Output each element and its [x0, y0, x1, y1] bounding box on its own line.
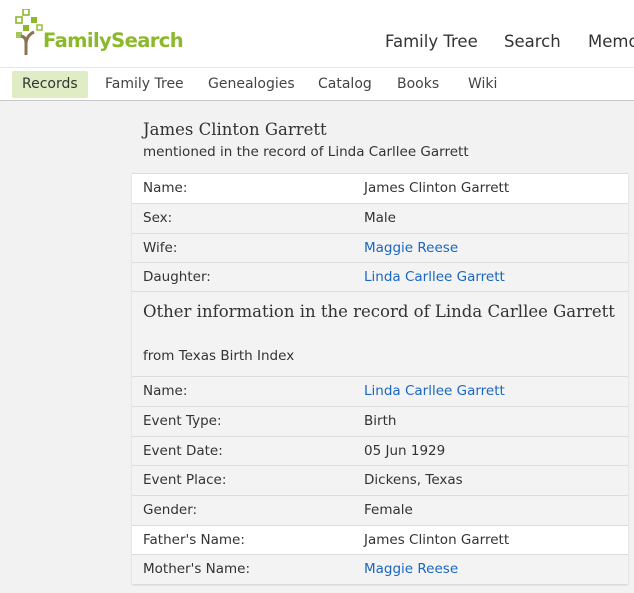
detail-value: Male	[364, 210, 396, 226]
record-detail-row: Event Type: Birth	[132, 406, 628, 436]
person-detail-row: Sex: Male	[132, 203, 628, 233]
record-detail-row: Mother's Name: Maggie Reese	[132, 554, 628, 584]
detail-value: James Clinton Garrett	[364, 180, 510, 196]
detail-value: Female	[364, 502, 413, 518]
record-detail-row: Gender: Female	[132, 495, 628, 525]
detail-label: Mother's Name:	[143, 561, 251, 577]
search-sub-navigation: Records Family Tree Genealogies Catalog …	[0, 67, 634, 101]
person-name-heading: James Clinton Garrett	[143, 120, 327, 139]
top-navigation: Family Tree Search Memo	[0, 32, 634, 54]
topnav-family-tree[interactable]: Family Tree	[385, 32, 478, 51]
detail-label: Daughter:	[143, 269, 211, 285]
record-detail-row: Event Place: Dickens, Texas	[132, 465, 628, 495]
record-detail-row: Father's Name: James Clinton Garrett	[132, 525, 628, 555]
detail-label: Name:	[143, 180, 188, 196]
detail-label: Event Type:	[143, 413, 222, 429]
subnav-genealogies[interactable]: Genealogies	[198, 71, 305, 98]
detail-label: Event Place:	[143, 472, 227, 488]
detail-label: Event Date:	[143, 443, 223, 459]
record-person-link[interactable]: Linda Carllee Garrett	[364, 383, 505, 399]
detail-value: 05 Jun 1929	[364, 443, 446, 459]
detail-label: Gender:	[143, 502, 198, 518]
topnav-memories[interactable]: Memo	[588, 32, 634, 51]
person-detail-row: Daughter: Linda Carllee Garrett	[132, 262, 628, 292]
site-header: FamilySearch Family Tree Search Memo	[0, 0, 634, 67]
record-detail-row: Name: Linda Carllee Garrett	[132, 376, 628, 406]
detail-value: Dickens, Texas	[364, 472, 463, 488]
detail-label: Sex:	[143, 210, 173, 226]
person-detail-row: Name: James Clinton Garrett	[132, 173, 628, 203]
mother-link[interactable]: Maggie Reese	[364, 561, 458, 577]
detail-label: Wife:	[143, 240, 178, 256]
subnav-catalog[interactable]: Catalog	[308, 71, 382, 98]
topnav-search[interactable]: Search	[504, 32, 561, 51]
subnav-wiki[interactable]: Wiki	[458, 71, 507, 98]
subnav-records[interactable]: Records	[12, 71, 88, 98]
daughter-link[interactable]: Linda Carllee Garrett	[364, 269, 505, 285]
person-subtitle: mentioned in the record of Linda Carllee…	[143, 144, 469, 160]
record-detail-row: Event Date: 05 Jun 1929	[132, 436, 628, 466]
detail-value: Birth	[364, 413, 397, 429]
other-info-source: from Texas Birth Index	[143, 348, 295, 364]
wife-link[interactable]: Maggie Reese	[364, 240, 458, 256]
detail-label: Name:	[143, 383, 188, 399]
detail-value: James Clinton Garrett	[364, 532, 510, 548]
subnav-family-tree[interactable]: Family Tree	[95, 71, 194, 98]
person-detail-row: Wife: Maggie Reese	[132, 233, 628, 263]
record-card: Name: James Clinton Garrett Sex: Male Wi…	[132, 173, 628, 584]
detail-label: Father's Name:	[143, 532, 245, 548]
subnav-books[interactable]: Books	[387, 71, 449, 98]
other-info-heading: Other information in the record of Linda…	[143, 302, 615, 321]
